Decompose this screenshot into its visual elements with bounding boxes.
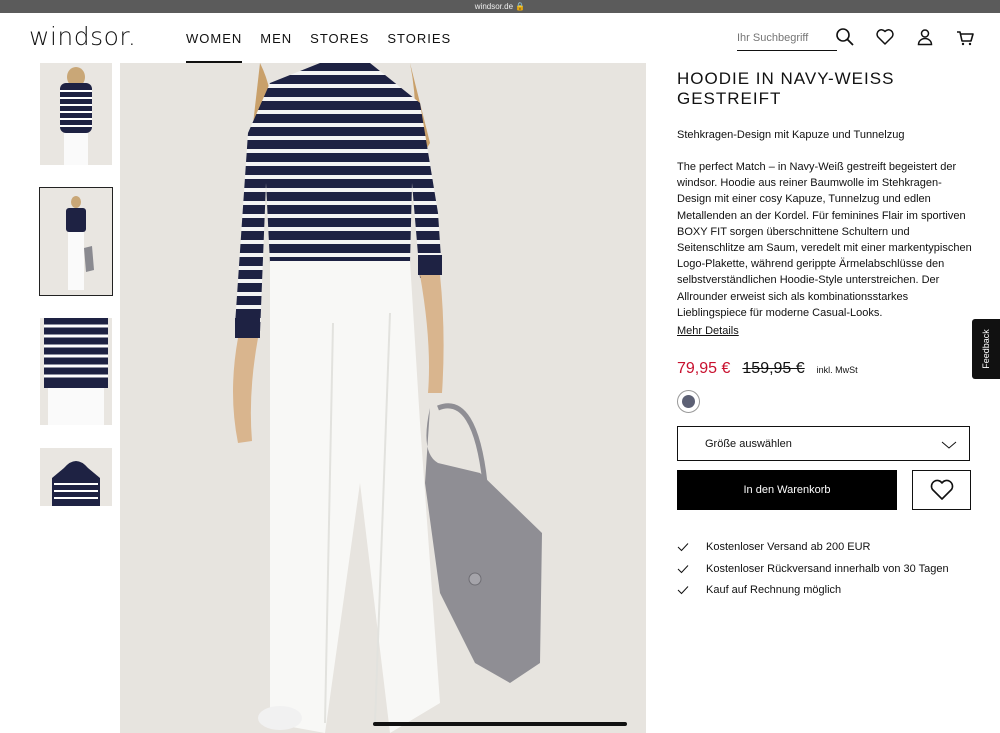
benefit-text: Kostenloser Versand ab 200 EUR bbox=[706, 540, 871, 553]
browser-url-bar: windsor.de 🔒 bbox=[0, 0, 1000, 13]
benefit-item: Kauf auf Rechnung möglich bbox=[677, 579, 972, 601]
thumbnail-flat-image bbox=[40, 448, 112, 506]
feedback-tab[interactable]: Feedback bbox=[972, 319, 1000, 379]
swatch-dot bbox=[682, 395, 695, 409]
main-product-image[interactable] bbox=[120, 63, 646, 733]
search-box bbox=[737, 26, 837, 51]
size-select-label: Größe auswählen bbox=[705, 438, 792, 451]
product-info: HOODIE IN NAVY-WEISS GESTREIFT Stehkrage… bbox=[677, 63, 972, 601]
price-row: 79,95 € 159,95 € inkl. MwSt bbox=[677, 360, 972, 378]
cart-icon[interactable] bbox=[955, 27, 975, 47]
benefit-text: Kostenloser Rückversand innerhalb von 30… bbox=[706, 562, 949, 575]
benefit-text: Kauf auf Rechnung möglich bbox=[706, 584, 842, 597]
site-header: windsor. WOMEN MEN STORES STORIES bbox=[0, 13, 1000, 63]
checkmark-icon bbox=[677, 586, 689, 595]
thumbnail-back-view[interactable] bbox=[40, 63, 112, 165]
tax-note: inkl. MwSt bbox=[816, 365, 858, 376]
product-subtitle: Stehkragen-Design mit Kapuze und Tunnelz… bbox=[677, 129, 905, 141]
cart-row: In den Warenkorb bbox=[677, 470, 972, 511]
thumbnail-back-image bbox=[40, 63, 112, 165]
chevron-down-icon bbox=[941, 441, 957, 449]
checkmark-icon bbox=[677, 564, 689, 573]
benefits-list: Kostenloser Versand ab 200 EUR Kostenlos… bbox=[677, 536, 972, 601]
thumbnail-full-view[interactable] bbox=[39, 187, 113, 296]
thumbnail-detail-image bbox=[40, 318, 112, 425]
feedback-label: Feedback bbox=[981, 329, 991, 369]
windsor-logo[interactable]: windsor. bbox=[29, 22, 136, 51]
sale-price: 79,95 € bbox=[677, 360, 731, 378]
color-swatch-navy[interactable] bbox=[677, 390, 700, 414]
model-photo bbox=[120, 63, 646, 733]
nav-men[interactable]: MEN bbox=[260, 31, 292, 63]
thumbnail-strip bbox=[32, 63, 122, 733]
benefit-item: Kostenloser Versand ab 200 EUR bbox=[677, 536, 972, 558]
nav-stores[interactable]: STORES bbox=[310, 31, 369, 63]
product-title: HOODIE IN NAVY-WEISS GESTREIFT bbox=[677, 69, 895, 108]
thumbnail-flat-view[interactable] bbox=[40, 448, 112, 506]
nav-women[interactable]: WOMEN bbox=[186, 31, 243, 63]
image-scrollbar[interactable] bbox=[373, 722, 627, 726]
heart-icon bbox=[930, 479, 953, 500]
thumbnail-detail-view[interactable] bbox=[40, 318, 112, 425]
wishlist-heart-icon[interactable] bbox=[875, 27, 895, 47]
original-price: 159,95 € bbox=[742, 360, 805, 378]
product-description: The perfect Match – in Navy-Weiß gestrei… bbox=[677, 161, 972, 319]
add-to-wishlist-button[interactable] bbox=[912, 470, 971, 511]
benefit-item: Kostenloser Rückversand innerhalb von 30… bbox=[677, 558, 972, 580]
search-icon[interactable] bbox=[835, 27, 855, 47]
main-nav: WOMEN MEN STORES STORIES bbox=[186, 31, 451, 63]
search-input[interactable] bbox=[737, 26, 837, 50]
checkmark-icon bbox=[677, 543, 689, 552]
more-details-link[interactable]: Mehr Details bbox=[677, 325, 739, 337]
add-to-cart-button[interactable]: In den Warenkorb bbox=[677, 470, 897, 511]
nav-stories[interactable]: STORIES bbox=[387, 31, 451, 63]
url-text: windsor.de bbox=[474, 2, 514, 11]
size-select[interactable]: Größe auswählen bbox=[677, 426, 970, 462]
account-icon[interactable] bbox=[915, 27, 935, 47]
thumbnail-full-image bbox=[40, 188, 112, 295]
